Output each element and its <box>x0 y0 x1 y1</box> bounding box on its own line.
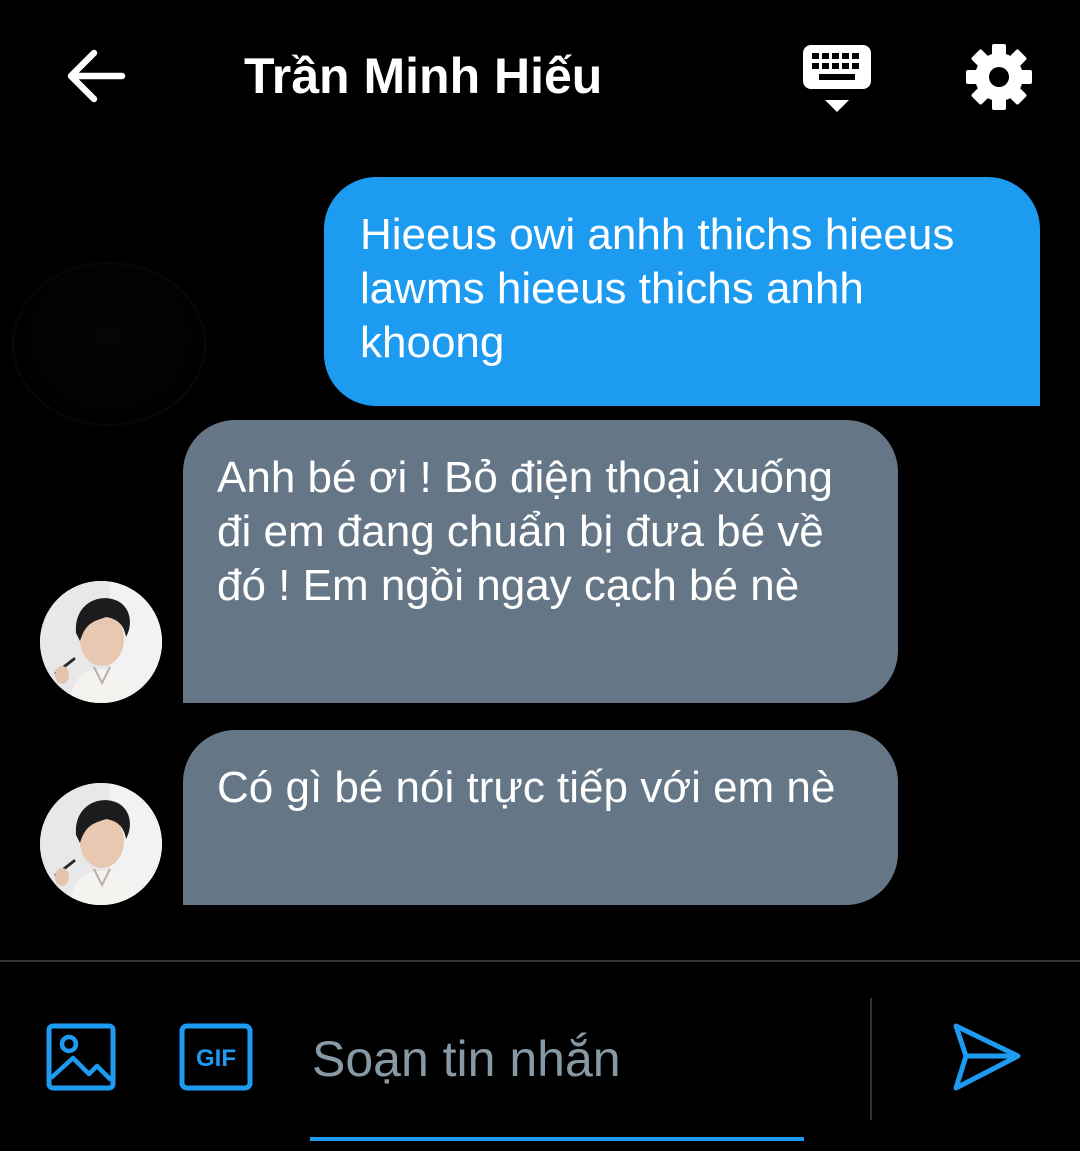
avatar-photo <box>40 581 162 703</box>
composer-divider <box>0 960 1080 962</box>
conversation-title: Trần Minh Hiếu <box>244 48 603 104</box>
faded-avatar <box>14 264 204 424</box>
send-divider <box>870 998 872 1120</box>
message-compose-input[interactable] <box>312 1024 852 1094</box>
input-focus-underline <box>310 1137 804 1141</box>
avatar-photo <box>40 783 162 905</box>
message-text: Có gì bé nói trực tiếp với em nè <box>217 763 836 812</box>
sent-message-bubble[interactable]: Hieeus owi anhh thichs hieeus lawms hiee… <box>324 177 1040 406</box>
settings-button[interactable] <box>964 42 1034 112</box>
keyboard-icon <box>803 45 871 112</box>
message-text: Hieeus owi anhh thichs hieeus lawms hiee… <box>360 210 955 367</box>
received-message-bubble[interactable]: Có gì bé nói trực tiếp với em nè <box>183 730 898 905</box>
send-button[interactable] <box>948 1018 1024 1094</box>
image-icon <box>46 1023 116 1091</box>
gif-button[interactable]: GIF <box>178 1022 254 1092</box>
received-message-bubble[interactable]: Anh bé ơi ! Bỏ điện thoại xuống đi em đa… <box>183 420 898 703</box>
send-icon <box>953 1023 1021 1091</box>
gif-icon: GIF <box>179 1023 253 1091</box>
keyboard-toggle-button[interactable] <box>800 42 874 116</box>
gear-icon <box>966 44 1032 110</box>
conversation-header: Trần Minh Hiếu <box>0 0 1080 150</box>
back-arrow-icon <box>67 49 126 103</box>
contact-avatar[interactable] <box>40 581 162 703</box>
attach-image-button[interactable] <box>45 1022 117 1092</box>
message-text: Anh bé ơi ! Bỏ điện thoại xuống đi em đa… <box>217 453 833 610</box>
contact-avatar[interactable] <box>40 783 162 905</box>
gif-label: GIF <box>196 1045 236 1072</box>
back-button[interactable] <box>60 44 130 108</box>
